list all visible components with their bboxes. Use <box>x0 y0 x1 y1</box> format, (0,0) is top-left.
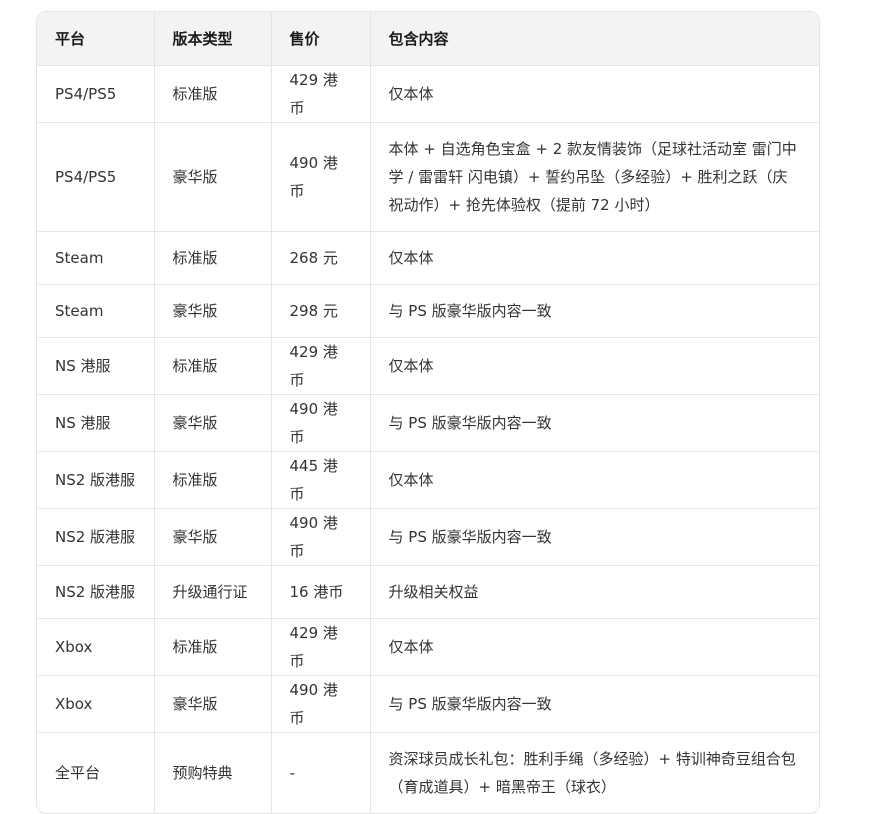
cell-edition-type: 标准版 <box>154 337 272 395</box>
table-row: Steam 豪华版 298 元 与 PS 版豪华版内容一致 <box>37 284 819 338</box>
cell-price: 490 港币 <box>271 508 371 566</box>
table-row: NS2 版港服 标准版 445 港币 仅本体 <box>37 451 819 509</box>
cell-platform: PS4/PS5 <box>37 65 155 123</box>
cell-price: 429 港币 <box>271 65 371 123</box>
cell-platform: NS2 版港服 <box>37 565 155 619</box>
cell-edition-type: 豪华版 <box>154 394 272 452</box>
header-platform: 平台 <box>37 12 155 66</box>
cell-contents: 与 PS 版豪华版内容一致 <box>370 284 819 338</box>
table-row: NS2 版港服 豪华版 490 港币 与 PS 版豪华版内容一致 <box>37 508 819 566</box>
cell-platform: NS2 版港服 <box>37 451 155 509</box>
cell-contents: 本体 + 自选角色宝盒 + 2 款友情装饰（足球社活动室 雷门中学 / 雷雷轩 … <box>370 122 819 232</box>
cell-edition-type: 标准版 <box>154 65 272 123</box>
table-row: Steam 标准版 268 元 仅本体 <box>37 231 819 285</box>
cell-price: 445 港币 <box>271 451 371 509</box>
table-row: NS2 版港服 升级通行证 16 港币 升级相关权益 <box>37 565 819 619</box>
table-row: NS 港服 标准版 429 港币 仅本体 <box>37 337 819 395</box>
cell-contents: 与 PS 版豪华版内容一致 <box>370 675 819 733</box>
cell-price: 268 元 <box>271 231 371 285</box>
cell-edition-type: 豪华版 <box>154 284 272 338</box>
cell-price: 490 港币 <box>271 675 371 733</box>
header-price: 售价 <box>271 12 371 66</box>
cell-edition-type: 标准版 <box>154 618 272 676</box>
table-row: NS 港服 豪华版 490 港币 与 PS 版豪华版内容一致 <box>37 394 819 452</box>
table-row: Xbox 豪华版 490 港币 与 PS 版豪华版内容一致 <box>37 675 819 733</box>
cell-edition-type: 预购特典 <box>154 732 272 813</box>
cell-platform: NS 港服 <box>37 337 155 395</box>
header-contents: 包含内容 <box>370 12 819 66</box>
edition-price-table-container: 平台 版本类型 售价 包含内容 PS4/PS5 标准版 429 港币 仅本体 P… <box>36 11 820 814</box>
cell-contents: 仅本体 <box>370 65 819 123</box>
cell-contents: 仅本体 <box>370 451 819 509</box>
table-row: 全平台 预购特典 - 资深球员成长礼包：胜利手绳（多经验）+ 特训神奇豆组合包（… <box>37 732 819 813</box>
cell-platform: Xbox <box>37 675 155 733</box>
cell-contents: 与 PS 版豪华版内容一致 <box>370 394 819 452</box>
cell-price: 490 港币 <box>271 394 371 452</box>
cell-contents: 仅本体 <box>370 231 819 285</box>
cell-platform: NS2 版港服 <box>37 508 155 566</box>
cell-platform: Steam <box>37 231 155 285</box>
cell-contents: 与 PS 版豪华版内容一致 <box>370 508 819 566</box>
cell-contents: 仅本体 <box>370 337 819 395</box>
cell-price: 490 港币 <box>271 122 371 232</box>
cell-edition-type: 豪华版 <box>154 122 272 232</box>
cell-edition-type: 标准版 <box>154 231 272 285</box>
cell-price: 429 港币 <box>271 618 371 676</box>
table-row: Xbox 标准版 429 港币 仅本体 <box>37 618 819 676</box>
table-header: 平台 版本类型 售价 包含内容 <box>37 12 819 66</box>
cell-price: 16 港币 <box>271 565 371 619</box>
cell-platform: Steam <box>37 284 155 338</box>
table-body: PS4/PS5 标准版 429 港币 仅本体 PS4/PS5 豪华版 490 港… <box>37 65 819 813</box>
cell-price: 429 港币 <box>271 337 371 395</box>
cell-contents: 仅本体 <box>370 618 819 676</box>
cell-platform: 全平台 <box>37 732 155 813</box>
cell-edition-type: 豪华版 <box>154 675 272 733</box>
table-row: PS4/PS5 标准版 429 港币 仅本体 <box>37 65 819 123</box>
cell-platform: PS4/PS5 <box>37 122 155 232</box>
cell-platform: Xbox <box>37 618 155 676</box>
cell-edition-type: 豪华版 <box>154 508 272 566</box>
cell-price: 298 元 <box>271 284 371 338</box>
cell-platform: NS 港服 <box>37 394 155 452</box>
edition-price-table: 平台 版本类型 售价 包含内容 PS4/PS5 标准版 429 港币 仅本体 P… <box>37 12 819 813</box>
cell-contents: 升级相关权益 <box>370 565 819 619</box>
header-edition-type: 版本类型 <box>154 12 272 66</box>
table-row: PS4/PS5 豪华版 490 港币 本体 + 自选角色宝盒 + 2 款友情装饰… <box>37 122 819 232</box>
cell-contents: 资深球员成长礼包：胜利手绳（多经验）+ 特训神奇豆组合包（育成道具）+ 暗黑帝王… <box>388 749 796 796</box>
cell-price: - <box>271 732 371 813</box>
cell-edition-type: 升级通行证 <box>154 565 272 619</box>
cell-edition-type: 标准版 <box>154 451 272 509</box>
header-row: 平台 版本类型 售价 包含内容 <box>37 12 819 66</box>
